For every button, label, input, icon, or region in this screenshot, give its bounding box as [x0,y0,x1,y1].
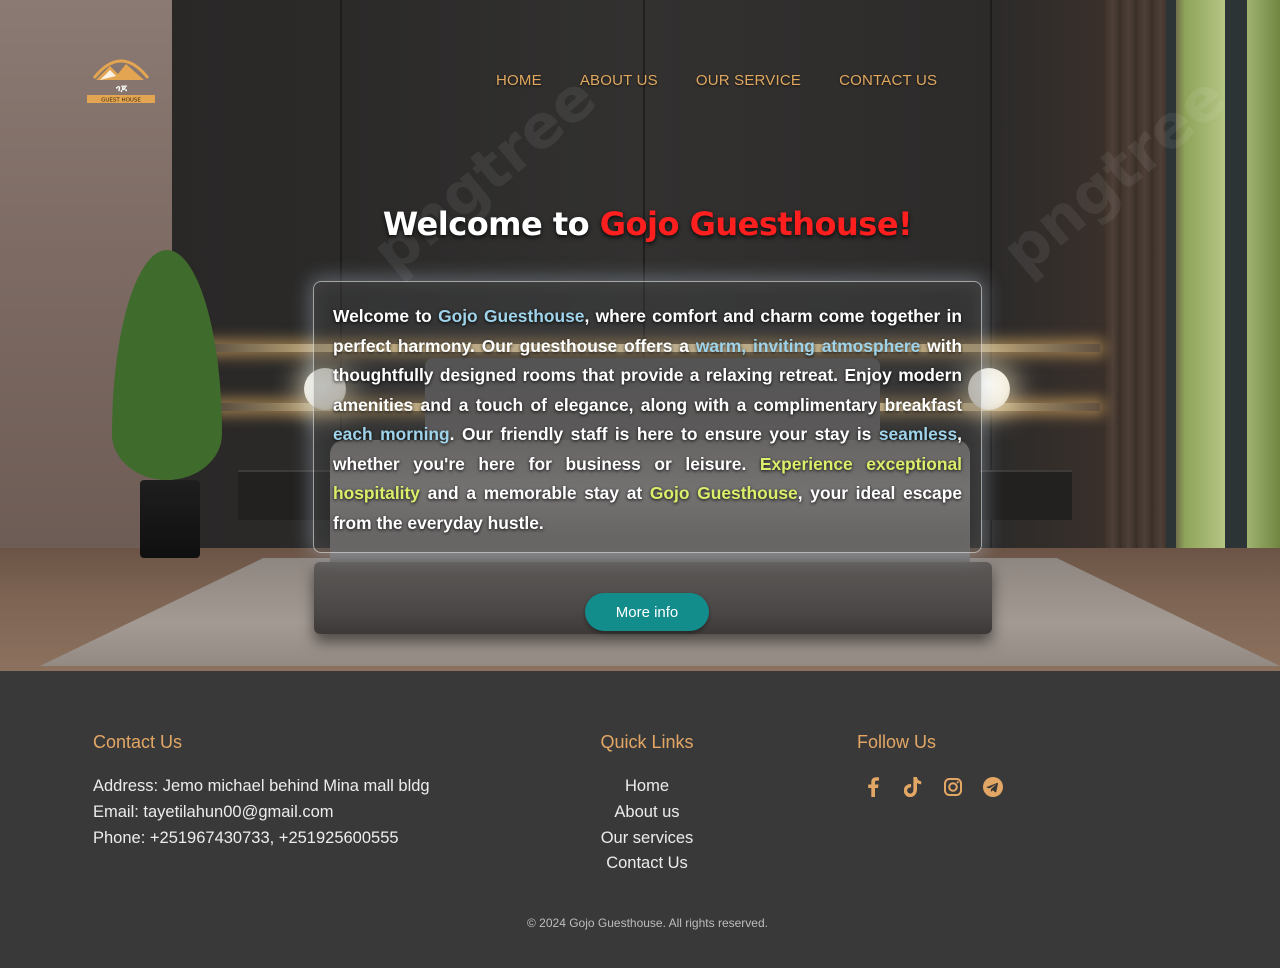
follow-heading: Follow Us [857,732,937,752]
paragraph-text: and a memorable stay at [419,483,650,503]
footer-link-contact[interactable]: Contact Us [547,851,747,877]
paragraph-text: . Our friendly staff is here to ensure y… [449,424,879,444]
welcome-paragraph: Welcome to Gojo Guesthouse, where comfor… [333,302,962,538]
svg-text:ጎጆ: ጎጆ [115,84,127,94]
quick-links-heading: Quick Links [600,732,694,752]
telegram-icon[interactable] [982,776,1004,798]
footer-link-home[interactable]: Home [547,774,747,800]
logo-mark-icon: ጎጆ GUEST HOUSE [87,59,155,104]
main-nav: HOME ABOUT US OUR SERVICE CONTACT US [496,72,937,89]
window-frame [1166,0,1176,560]
more-info-button[interactable]: More info [585,593,709,631]
paragraph-highlight: seamless [878,424,958,444]
quick-links: Home About us Our services Contact Us [547,774,747,877]
footer-link-services[interactable]: Our services [547,826,747,852]
hero-title: Welcome to Gojo Guesthouse! [0,205,1280,243]
watermark: pngtree [358,61,610,289]
instagram-icon[interactable] [942,776,964,798]
hero-curtain [1105,0,1175,560]
nav-service-link[interactable]: OUR SERVICE [696,72,801,89]
site-footer: Contact Us Address: Jemo michael behind … [0,671,1280,968]
paragraph-highlight: Gojo Guesthouse [438,306,585,326]
paragraph-highlight: each morning [333,424,450,444]
window-frame [1225,0,1247,560]
nav-contact-link[interactable]: CONTACT US [839,72,937,89]
nav-home-link[interactable]: HOME [496,72,542,89]
hero-title-prefix: Welcome to [382,205,600,243]
contact-email: Email: tayetilahun00@gmail.com [93,802,334,821]
plant-pot [140,480,200,558]
social-links [862,776,1004,798]
welcome-card: Welcome to Gojo Guesthouse, where comfor… [313,281,982,553]
contact-info: Address: Jemo michael behind Mina mall b… [93,774,430,851]
paragraph-highlight: Gojo Guesthouse [649,483,798,503]
paragraph-highlight: warm, inviting atmosphere [695,335,921,356]
nav-about-link[interactable]: ABOUT US [580,72,658,89]
footer-link-about[interactable]: About us [547,800,747,826]
contact-heading: Contact Us [93,732,183,752]
hero-title-accent: Gojo Guesthouse! [599,205,913,243]
contact-address: Address: Jemo michael behind Mina mall b… [93,777,430,795]
tiktok-icon[interactable] [902,776,924,798]
contact-phone: Phone: +251967430733, +251925600555 [93,828,399,847]
facebook-icon[interactable] [862,776,884,798]
paragraph-text: Welcome to [333,306,439,326]
nightstand [980,470,1072,520]
svg-text:GUEST HOUSE: GUEST HOUSE [101,98,141,104]
guesthouse-logo[interactable]: ጎጆ GUEST HOUSE [86,48,156,106]
copyright-text: © 2024 Gojo Guesthouse. All rights reser… [527,916,768,930]
hero-section: pngtree pngtree ጎጆ GUEST HOUSE HOME ABOU… [0,0,1280,671]
